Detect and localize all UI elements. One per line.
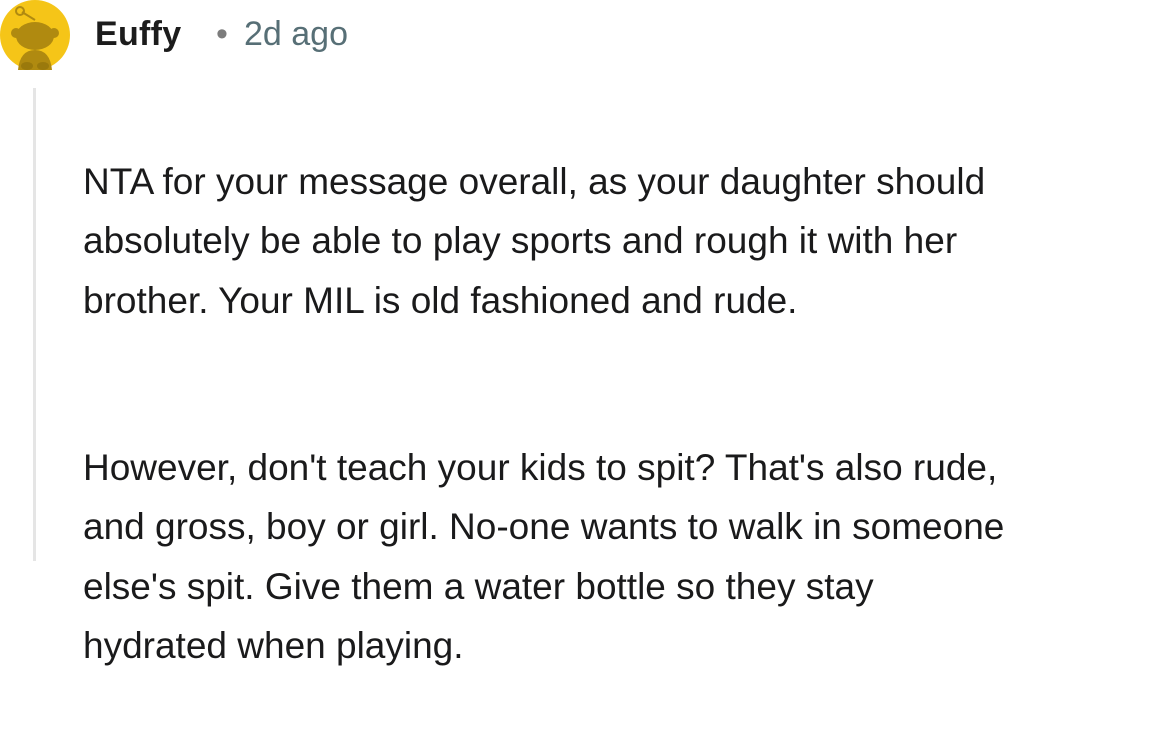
thread-collapse-line[interactable] xyxy=(33,88,36,561)
comment-body: NTA for your message overall, as your da… xyxy=(83,92,1168,735)
comment: Euffy • 2d ago NTA for your message over… xyxy=(0,0,1174,666)
comment-paragraph: NTA for your message overall, as your da… xyxy=(83,160,986,321)
snoo-avatar-icon xyxy=(0,0,70,70)
comment-header: Euffy • 2d ago xyxy=(0,0,1174,70)
comment-paragraph: However, don't teach your kids to spit? … xyxy=(83,446,1005,667)
avatar[interactable] xyxy=(0,0,70,70)
author-username[interactable]: Euffy xyxy=(95,14,182,54)
comment-timestamp[interactable]: 2d ago xyxy=(244,14,348,54)
meta-separator: • xyxy=(216,15,228,53)
